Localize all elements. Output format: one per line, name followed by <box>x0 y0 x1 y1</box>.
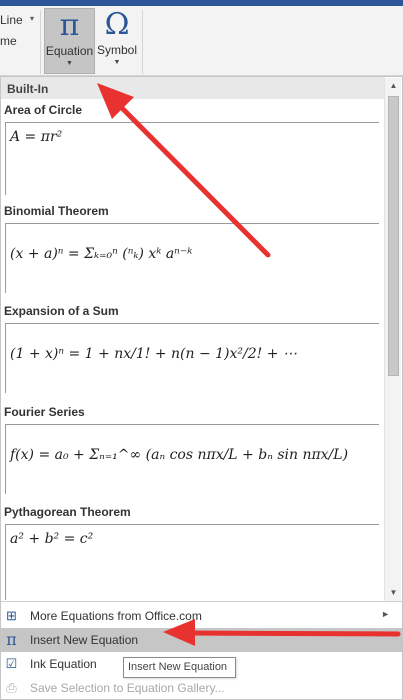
equation-gallery-dropdown: Built-In ▲ ▼ Area of Circle A = πr² Bino… <box>0 76 403 700</box>
save-gallery-icon: ⎙ <box>6 680 17 695</box>
ribbon-divider <box>142 10 143 74</box>
ink-equation-label: Ink Equation <box>30 657 97 671</box>
equation-formula: (1 + x)ⁿ = 1 + nx/1! + n(n − 1)x²/2! + ⋯ <box>10 346 297 362</box>
symbol-button-label: Symbol <box>96 43 137 57</box>
more-equations-menu-item[interactable]: ⊞ More Equations from Office.com ► <box>1 604 402 628</box>
tooltip: Insert New Equation <box>123 657 236 678</box>
menu-divider <box>1 601 402 602</box>
insert-new-equation-label: Insert New Equation <box>30 633 139 647</box>
equation-title: Pythagorean Theorem <box>4 505 131 519</box>
scroll-up-icon[interactable]: ▲ <box>385 78 402 94</box>
save-selection-label: Save Selection to Equation Gallery... <box>30 681 225 695</box>
scroll-down-icon[interactable]: ▼ <box>385 585 402 601</box>
equation-title: Expansion of a Sum <box>4 304 119 318</box>
equation-item-area-of-circle[interactable]: A = πr² <box>5 122 379 195</box>
equation-formula: f(x) = a₀ + Σₙ₌₁^∞ (aₙ cos nπx/L + bₙ si… <box>10 447 349 463</box>
save-selection-menu-item: ⎙ Save Selection to Equation Gallery... <box>1 676 402 700</box>
chevron-down-icon[interactable]: ▾ <box>30 14 34 23</box>
equation-formula: (x + a)ⁿ = Σₖ₌₀ⁿ (ⁿₖ) xᵏ aⁿ⁻ᵏ <box>10 246 193 262</box>
office-web-icon: ⊞ <box>6 608 17 623</box>
pi-icon: π <box>6 630 17 649</box>
equation-formula: a² + b² = c² <box>10 531 94 547</box>
equation-title: Fourier Series <box>4 405 85 419</box>
equation-item-pythagorean-theorem[interactable]: a² + b² = c² <box>5 524 379 600</box>
equation-item-fourier-series[interactable]: f(x) = a₀ + Σₙ₌₁^∞ (aₙ cos nπx/L + bₙ si… <box>5 424 379 494</box>
equation-button[interactable]: π Equation ▼ <box>44 8 95 74</box>
ribbon-line-label[interactable]: Line <box>0 13 23 27</box>
equation-button-label: Equation <box>45 44 94 58</box>
equation-item-expansion-of-a-sum[interactable]: (1 + x)ⁿ = 1 + nx/1! + n(n − 1)x²/2! + ⋯ <box>5 323 379 393</box>
chevron-down-icon: ▼ <box>66 60 73 67</box>
pen-checkbox-icon: ☑ <box>5 656 18 671</box>
equation-item-binomial-theorem[interactable]: (x + a)ⁿ = Σₖ₌₀ⁿ (ⁿₖ) xᵏ aⁿ⁻ᵏ <box>5 223 379 293</box>
ribbon: Line ▾ me π Equation ▼ Ω Symbol ▼ <box>0 6 403 76</box>
chevron-down-icon: ▼ <box>113 59 121 66</box>
scroll-thumb[interactable] <box>388 96 399 376</box>
equation-title: Area of Circle <box>4 103 83 117</box>
pi-icon: π <box>59 8 80 43</box>
ribbon-truncated-label[interactable]: me <box>0 34 17 48</box>
chevron-right-icon: ► <box>381 609 390 619</box>
equation-formula: A = πr² <box>10 129 63 145</box>
ribbon-divider <box>40 10 41 74</box>
gallery-scrollbar[interactable]: ▲ ▼ <box>384 78 401 601</box>
more-equations-label: More Equations from Office.com <box>30 609 202 623</box>
omega-icon: Ω <box>104 7 130 42</box>
section-header-built-in: Built-In <box>1 77 385 99</box>
equation-title: Binomial Theorem <box>4 204 109 218</box>
insert-new-equation-menu-item[interactable]: π Insert New Equation <box>1 628 402 652</box>
symbol-button[interactable]: Ω Symbol ▼ <box>96 8 138 74</box>
